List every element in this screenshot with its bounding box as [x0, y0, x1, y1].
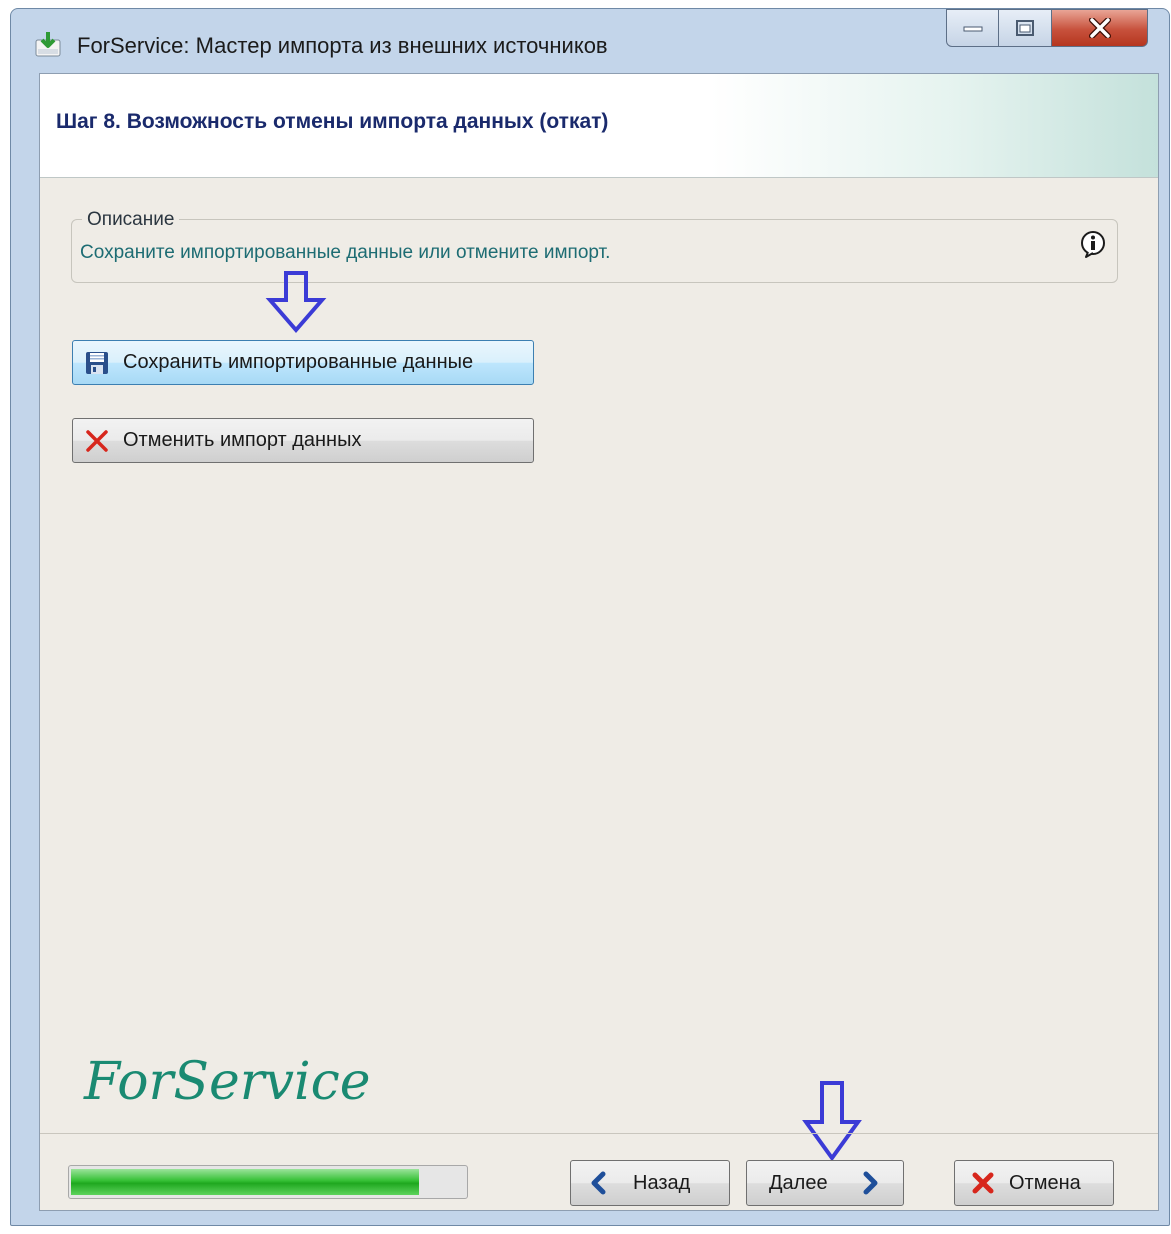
description-group: Описание Сохраните импортированные данны…	[71, 209, 1118, 283]
description-text: Сохраните импортированные данные или отм…	[80, 242, 611, 263]
info-icon[interactable]	[1078, 229, 1108, 259]
red-x-icon	[972, 1172, 994, 1194]
close-button[interactable]	[1052, 9, 1148, 47]
floppy-disk-icon	[86, 351, 108, 374]
progress-fill	[71, 1169, 419, 1195]
maximize-button[interactable]	[999, 9, 1052, 47]
title-bar[interactable]: ForService: Мастер импорта из внешних ис…	[11, 9, 1169, 69]
cancel-wizard-button[interactable]: Отмена	[954, 1160, 1114, 1206]
forservice-logo: ForService	[83, 1052, 371, 1112]
back-button[interactable]: Назад	[570, 1160, 730, 1206]
app-import-icon	[35, 32, 61, 57]
wizard-window: ForService: Мастер импорта из внешних ис…	[10, 8, 1170, 1226]
next-button[interactable]: Далее	[746, 1160, 904, 1206]
description-legend: Описание	[82, 209, 180, 231]
close-icon	[1088, 18, 1111, 38]
cancel-import-button[interactable]: Отменить импорт данных	[72, 418, 534, 463]
cancel-wizard-label: Отмена	[1009, 1171, 1081, 1194]
footer-divider	[40, 1133, 1158, 1134]
save-imported-data-label: Сохранить импортированные данные	[123, 351, 474, 373]
wizard-body: Шаг 8. Возможность отмены импорта данных…	[39, 73, 1159, 1211]
wizard-header: Шаг 8. Возможность отмены импорта данных…	[40, 74, 1158, 178]
logo-text: ForService	[83, 1052, 371, 1112]
chevron-right-icon	[863, 1171, 878, 1195]
down-arrow-annotation-next	[802, 1081, 862, 1162]
red-x-icon	[86, 429, 108, 452]
cancel-import-label: Отменить импорт данных	[123, 429, 362, 451]
minimize-icon	[963, 26, 982, 32]
step-title: Шаг 8. Возможность отмены импорта данных…	[56, 110, 609, 133]
back-label: Назад	[633, 1171, 691, 1194]
down-arrow-annotation	[265, 271, 327, 334]
progress-bar	[68, 1165, 468, 1199]
next-label: Далее	[769, 1171, 828, 1194]
save-imported-data-button[interactable]: Сохранить импортированные данные	[72, 340, 534, 385]
maximize-icon	[1016, 20, 1034, 36]
chevron-left-icon	[591, 1171, 606, 1195]
minimize-button[interactable]	[946, 9, 999, 47]
window-title: ForService: Мастер импорта из внешних ис…	[77, 33, 608, 58]
